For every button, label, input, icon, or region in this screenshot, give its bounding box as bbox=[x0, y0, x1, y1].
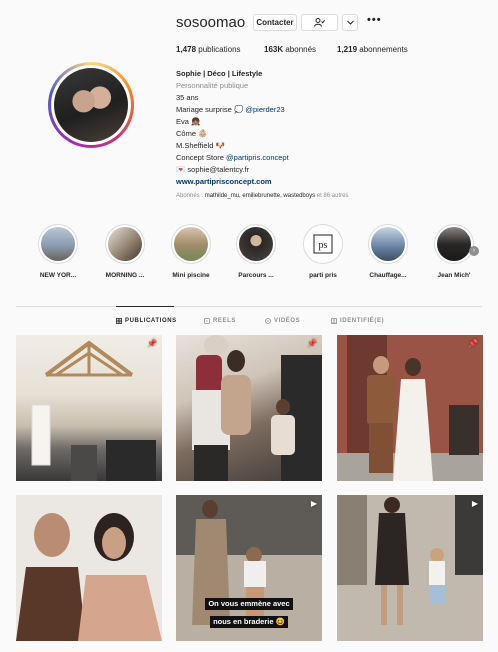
profile-display-name: Sophie | Déco | Lifestyle bbox=[176, 69, 263, 78]
person-check-icon bbox=[314, 18, 325, 27]
post-thumbnail[interactable]: ▶ On vous emmène avec nous en braderie 😆 bbox=[176, 495, 322, 641]
highlight-label: Jean Mich' bbox=[437, 272, 471, 279]
chevron-down-icon bbox=[346, 20, 354, 25]
highlight-cover bbox=[437, 227, 471, 261]
street-walk-image bbox=[337, 495, 483, 641]
pin-icon: 📌 bbox=[147, 339, 157, 348]
tab-publications[interactable]: PUBLICATIONS bbox=[116, 318, 177, 324]
highlight-label: MORNING ... bbox=[105, 272, 145, 279]
post-thumbnail[interactable]: 📌 bbox=[337, 335, 483, 481]
pin-icon: 📌 bbox=[468, 339, 478, 348]
highlight-item[interactable]: Mini piscine bbox=[165, 224, 217, 279]
post-caption-overlay: On vous emmène avec nous en braderie 😆 bbox=[176, 593, 322, 629]
bio-line: Concept Store @partipris.concept bbox=[176, 153, 289, 162]
followers-count[interactable]: 163K abonnés bbox=[264, 45, 316, 54]
active-tab-indicator bbox=[116, 306, 174, 307]
tab-tagged[interactable]: IDENTIFIÉ(E) bbox=[331, 318, 384, 324]
bio-line: Mariage surprise 💭 @pierder23 bbox=[176, 105, 285, 114]
suggested-dropdown-button[interactable] bbox=[342, 14, 358, 31]
grid-icon bbox=[116, 318, 122, 324]
post-thumbnail[interactable]: ▶ bbox=[337, 495, 483, 641]
family-photo-image bbox=[192, 335, 322, 481]
highlight-label: Mini piscine bbox=[172, 272, 210, 279]
tagged-icon bbox=[331, 318, 337, 324]
highlight-label: parti pris bbox=[309, 272, 337, 279]
highlight-cover bbox=[371, 227, 405, 261]
tab-videos[interactable]: VIDÉOS bbox=[265, 318, 300, 324]
profile-bio: Sophie | Déco | Lifestyle Personnalité p… bbox=[176, 68, 289, 188]
highlight-cover bbox=[108, 227, 142, 261]
profile-category: Personnalité publique bbox=[176, 81, 249, 90]
highlight-item[interactable]: MORNING ... bbox=[99, 224, 151, 279]
highlight-cover bbox=[41, 227, 75, 261]
profile-avatar-ring[interactable] bbox=[48, 62, 134, 148]
website-link[interactable]: www.partiprisconcept.com bbox=[176, 176, 289, 188]
highlight-item[interactable]: NEW YOR... bbox=[32, 224, 84, 279]
profile-username: sosoomao bbox=[176, 14, 246, 31]
bio-line: Côme 👶🏼 bbox=[176, 129, 208, 138]
bio-line: Eva 👧🏽 bbox=[176, 117, 201, 126]
highlight-item[interactable]: ps parti pris bbox=[297, 224, 349, 279]
mention-link[interactable]: @pierder23 bbox=[245, 105, 284, 114]
more-dots-icon[interactable]: ••• bbox=[367, 14, 382, 26]
bio-line: M.Sheffield 🐶 bbox=[176, 141, 225, 150]
following-button[interactable] bbox=[301, 14, 338, 31]
interior-image bbox=[31, 340, 156, 481]
reel-icon: ▶ bbox=[310, 499, 317, 508]
mention-link[interactable]: @partipris.concept bbox=[226, 153, 289, 162]
reels-icon bbox=[204, 318, 210, 324]
following-count[interactable]: 1,219 abonnements bbox=[337, 45, 408, 54]
post-thumbnail[interactable] bbox=[16, 495, 162, 641]
profile-avatar[interactable] bbox=[54, 68, 128, 142]
highlight-item[interactable]: Chauffage... bbox=[362, 224, 414, 279]
followed-by[interactable]: Abonnés : mathilde_mu, emiliebrunette, w… bbox=[176, 193, 348, 199]
reel-icon: ▶ bbox=[471, 499, 478, 508]
posts-count: 1,478 publications bbox=[176, 45, 241, 54]
highlight-label: Parcours ... bbox=[238, 272, 274, 279]
svg-text:ps: ps bbox=[319, 240, 328, 251]
partipris-logo-icon: ps bbox=[306, 227, 340, 261]
highlight-cover bbox=[174, 227, 208, 261]
contact-button[interactable]: Contacter bbox=[253, 14, 297, 31]
couple-photo-image bbox=[337, 335, 483, 481]
bio-line: 35 ans bbox=[176, 93, 199, 102]
highlight-cover bbox=[239, 227, 273, 261]
post-thumbnail[interactable]: 📌 bbox=[16, 335, 162, 481]
pin-icon: 📌 bbox=[307, 339, 317, 348]
bio-line: 💌 sophie@talentcy.fr bbox=[176, 165, 250, 174]
highlight-label: NEW YOR... bbox=[39, 272, 77, 279]
selfie-image bbox=[16, 495, 162, 641]
tab-reels[interactable]: REELS bbox=[204, 318, 236, 324]
video-icon bbox=[265, 318, 271, 324]
chevron-right-icon[interactable]: › bbox=[469, 246, 479, 256]
highlight-label: Chauffage... bbox=[369, 272, 407, 279]
post-thumbnail[interactable]: 📌 bbox=[176, 335, 322, 481]
tabs-divider bbox=[16, 306, 482, 307]
highlight-item[interactable]: Parcours ... bbox=[230, 224, 282, 279]
